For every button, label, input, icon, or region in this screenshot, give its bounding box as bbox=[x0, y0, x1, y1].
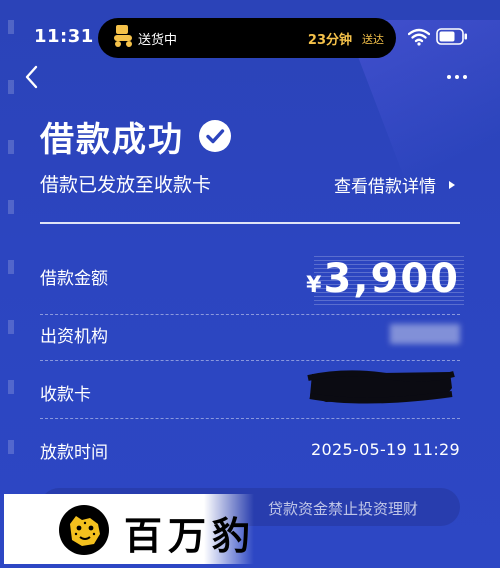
title-row: 借款成功 bbox=[40, 114, 232, 160]
triangle-right-icon bbox=[449, 180, 455, 189]
check-badge-icon bbox=[199, 120, 231, 152]
view-loan-details-link[interactable]: 查看借款详情 bbox=[334, 172, 456, 197]
battery-icon bbox=[436, 28, 467, 45]
row-divider bbox=[40, 314, 460, 315]
delivery-suffix: 送达 bbox=[362, 33, 384, 46]
lender-label: 出资机构 bbox=[40, 327, 108, 347]
card-value-redacted bbox=[307, 370, 455, 404]
lender-value-blurred bbox=[390, 324, 460, 344]
amount-display: ¥ 3,900 bbox=[306, 256, 464, 308]
header-divider bbox=[40, 222, 460, 224]
view-loan-details-label: 查看借款详情 bbox=[334, 177, 436, 197]
more-dots-icon[interactable] bbox=[444, 68, 470, 86]
brand-name: 百万豹 bbox=[124, 513, 257, 558]
delivery-scooter-icon bbox=[114, 25, 132, 47]
nav-bar bbox=[0, 60, 500, 94]
page-subtitle: 借款已发放至收款卡 bbox=[40, 174, 212, 196]
card-label: 收款卡 bbox=[40, 385, 91, 405]
dynamic-island[interactable]: 送货中 23分钟 送达 bbox=[98, 18, 396, 58]
row-divider bbox=[40, 360, 460, 361]
leopard-logo-icon bbox=[59, 505, 109, 555]
amount-label: 借款金额 bbox=[40, 269, 108, 289]
amount-value: 3,900 bbox=[323, 256, 460, 302]
row-divider bbox=[40, 418, 460, 419]
chevron-left-icon[interactable] bbox=[22, 64, 42, 90]
notice-text: 贷款资金禁止投资理财 bbox=[268, 500, 419, 518]
time-value: 2025-05-19 11:29 bbox=[311, 440, 460, 459]
wifi-icon bbox=[408, 28, 430, 46]
time-label: 放款时间 bbox=[40, 443, 108, 463]
delivery-status-label: 送货中 bbox=[138, 33, 178, 48]
status-time: 11:31 bbox=[34, 26, 94, 47]
page-title: 借款成功 bbox=[40, 119, 184, 160]
status-bar: 11:31 送货中 23分钟 送达 bbox=[0, 18, 500, 58]
delivery-eta: 23分钟 bbox=[307, 33, 352, 48]
amount-currency: ¥ bbox=[306, 273, 322, 298]
